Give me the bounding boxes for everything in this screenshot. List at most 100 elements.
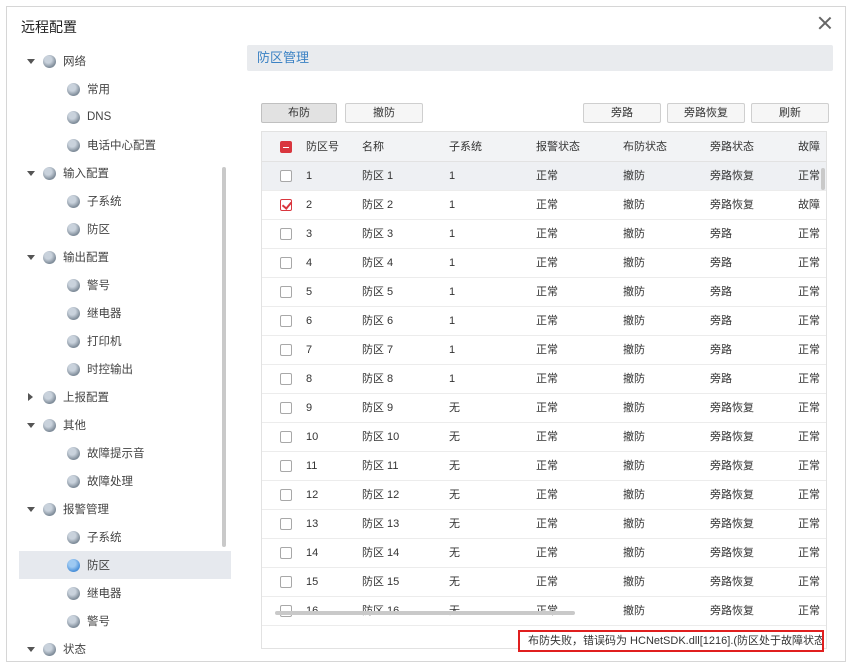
- table-row[interactable]: 3 防区 3 1 正常 撤防 旁路 正常: [262, 220, 826, 249]
- chevron-down-icon[interactable]: [25, 419, 37, 431]
- dialog-title: 远程配置: [21, 19, 77, 35]
- table-row[interactable]: 6 防区 6 1 正常 撤防 旁路 正常: [262, 307, 826, 336]
- sidebar-scrollbar[interactable]: [222, 167, 226, 547]
- sidebar-item[interactable]: 常用: [19, 75, 231, 103]
- sidebar-item[interactable]: 输出配置: [19, 243, 231, 271]
- table-row[interactable]: 12 防区 12 无 正常 撤防 旁路恢复 正常: [262, 481, 826, 510]
- table-row[interactable]: 14 防区 14 无 正常 撤防 旁路恢复 正常: [262, 539, 826, 568]
- row-checkbox[interactable]: [280, 547, 292, 559]
- row-checkbox[interactable]: [280, 257, 292, 269]
- sidebar-item[interactable]: 状态: [19, 635, 231, 659]
- sidebar-item[interactable]: 继电器: [19, 299, 231, 327]
- globe-icon: [67, 278, 80, 292]
- table-cell: 10: [306, 431, 319, 443]
- col-arm-status: 布防状态: [623, 132, 693, 162]
- chevron-down-icon[interactable]: [25, 55, 37, 67]
- table-row[interactable]: 2 防区 2 1 正常 撤防 旁路恢复 故障: [262, 191, 826, 220]
- row-checkbox[interactable]: [280, 199, 292, 211]
- globe-icon: [43, 390, 56, 404]
- table-row[interactable]: 4 防区 4 1 正常 撤防 旁路 正常: [262, 249, 826, 278]
- table-cell: 旁路恢复: [710, 547, 754, 559]
- row-checkbox[interactable]: [280, 286, 292, 298]
- row-checkbox[interactable]: [280, 170, 292, 182]
- table-row[interactable]: 9 防区 9 无 正常 撤防 旁路恢复 正常: [262, 394, 826, 423]
- table-row[interactable]: 11 防区 11 无 正常 撤防 旁路恢复 正常: [262, 452, 826, 481]
- table-row[interactable]: 7 防区 7 1 正常 撤防 旁路 正常: [262, 336, 826, 365]
- sidebar-item[interactable]: 输入配置: [19, 159, 231, 187]
- select-all-checkbox[interactable]: [280, 141, 292, 153]
- table-cell: 正常: [798, 489, 820, 501]
- row-checkbox[interactable]: [280, 344, 292, 356]
- sidebar-item[interactable]: 网络: [19, 47, 231, 75]
- row-checkbox[interactable]: [280, 315, 292, 327]
- table-cell: 正常: [536, 460, 558, 472]
- sidebar-item[interactable]: 子系统: [19, 187, 231, 215]
- table-row[interactable]: 13 防区 13 无 正常 撤防 旁路恢复 正常: [262, 510, 826, 539]
- table-cell: 撤防: [623, 518, 645, 530]
- row-checkbox[interactable]: [280, 460, 292, 472]
- sidebar-item[interactable]: 电话中心配置: [19, 131, 231, 159]
- table-cell: 13: [306, 518, 319, 530]
- sidebar-item[interactable]: 报警管理: [19, 495, 231, 523]
- arm-button[interactable]: 布防: [261, 103, 337, 123]
- sidebar-item-label: 防区: [87, 224, 110, 236]
- row-checkbox[interactable]: [280, 402, 292, 414]
- table-cell: 正常: [536, 344, 558, 356]
- table-row[interactable]: 5 防区 5 1 正常 撤防 旁路 正常: [262, 278, 826, 307]
- sidebar-item-label: 报警管理: [63, 504, 109, 516]
- sidebar-item[interactable]: 防区: [19, 551, 231, 579]
- globe-icon: [43, 418, 56, 432]
- table-row[interactable]: 10 防区 10 无 正常 撤防 旁路恢复 正常: [262, 423, 826, 452]
- chevron-down-icon[interactable]: [25, 167, 37, 179]
- table-cell: 1: [449, 315, 456, 327]
- table-horizontal-scrollbar[interactable]: [275, 611, 575, 615]
- disarm-button[interactable]: 撤防: [345, 103, 423, 123]
- table-cell: 无: [449, 518, 460, 530]
- chevron-down-icon[interactable]: [25, 251, 37, 263]
- sidebar-item[interactable]: 其他: [19, 411, 231, 439]
- bypass-button[interactable]: 旁路: [583, 103, 661, 123]
- sidebar-item[interactable]: 子系统: [19, 523, 231, 551]
- table-row[interactable]: 15 防区 15 无 正常 撤防 旁路恢复 正常: [262, 568, 826, 597]
- config-tree: 网络 常用 DNS 电话中心配置 输入配置 子系统 防区 输出配置 警号 继电器 打印机 时控输出 上报…: [19, 47, 239, 659]
- row-checkbox[interactable]: [280, 431, 292, 443]
- sidebar-item[interactable]: DNS: [19, 103, 231, 131]
- row-checkbox[interactable]: [280, 373, 292, 385]
- table-cell: 正常: [536, 286, 558, 298]
- table-cell: 防区 2: [362, 199, 394, 211]
- sidebar-item[interactable]: 上报配置: [19, 383, 231, 411]
- sidebar-item[interactable]: 警号: [19, 271, 231, 299]
- close-icon[interactable]: [817, 15, 833, 31]
- row-checkbox[interactable]: [280, 228, 292, 240]
- globe-icon: [67, 614, 80, 628]
- sidebar-item-label: 网络: [63, 56, 86, 68]
- row-checkbox[interactable]: [280, 576, 292, 588]
- sidebar-item[interactable]: 打印机: [19, 327, 231, 355]
- chevron-right-icon[interactable]: [25, 391, 37, 403]
- chevron-down-icon[interactable]: [25, 503, 37, 515]
- table-vertical-scrollbar[interactable]: [821, 168, 825, 190]
- sidebar-item-label: 常用: [87, 84, 110, 96]
- row-checkbox[interactable]: [280, 489, 292, 501]
- table-row[interactable]: 1 防区 1 1 正常 撤防 旁路恢复 正常: [262, 162, 826, 191]
- globe-icon: [43, 642, 56, 656]
- table-cell: 撤防: [623, 228, 645, 240]
- sidebar-item[interactable]: 故障处理: [19, 467, 231, 495]
- table-cell: 防区 12: [362, 489, 400, 501]
- refresh-button[interactable]: 刷新: [751, 103, 829, 123]
- sidebar-item[interactable]: 故障提示音: [19, 439, 231, 467]
- sidebar-item[interactable]: 警号: [19, 607, 231, 635]
- main-panel: 防区管理 布防 撤防 旁路 旁路恢复 刷新 防区号 名称 子系统 报警状态 布防…: [247, 45, 833, 649]
- sidebar-item[interactable]: 时控输出: [19, 355, 231, 383]
- table-cell: 1: [449, 286, 456, 298]
- table-cell: 正常: [536, 257, 558, 269]
- row-checkbox[interactable]: [280, 518, 292, 530]
- bypass-restore-button[interactable]: 旁路恢复: [667, 103, 745, 123]
- table-row[interactable]: 8 防区 8 1 正常 撤防 旁路 正常: [262, 365, 826, 394]
- sidebar-item[interactable]: 防区: [19, 215, 231, 243]
- sidebar-item[interactable]: 继电器: [19, 579, 231, 607]
- chevron-down-icon[interactable]: [25, 643, 37, 655]
